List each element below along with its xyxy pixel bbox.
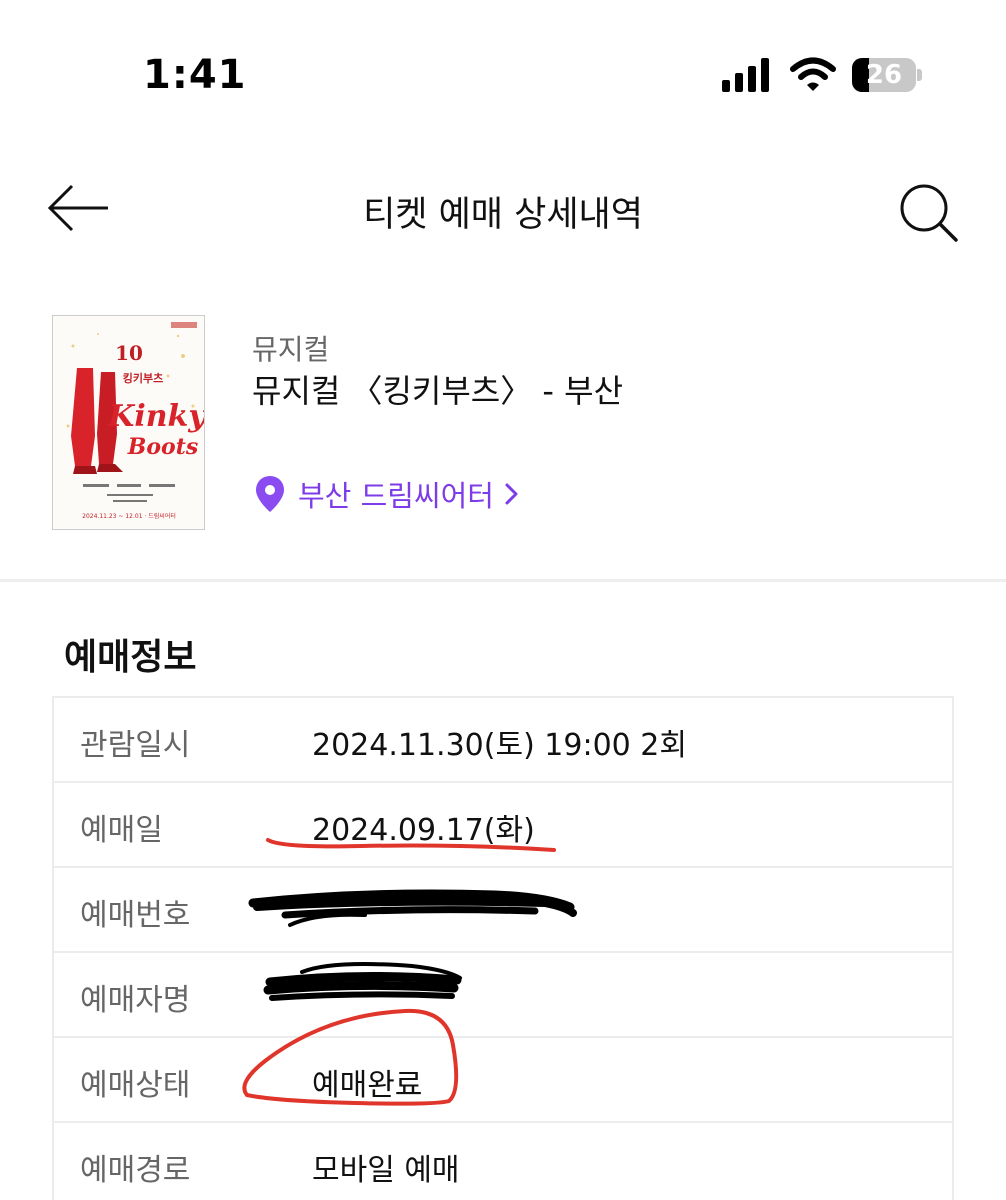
row-value: 모바일 예매 [312, 1153, 460, 1188]
row-booking-date: 예매일 2024.09.17(화) [54, 783, 952, 868]
redaction-scribble-booker-name [263, 962, 462, 1001]
cellular-signal-icon [722, 58, 769, 92]
row-label: 예매일 [80, 813, 163, 848]
row-booking-channel: 예매경로 모바일 예매 [54, 1123, 952, 1200]
poster-dates: 2024.11.23 ~ 12.01 · 드림씨어터 [82, 512, 176, 520]
search-icon [900, 184, 958, 242]
status-bar: 1:41 26 [0, 0, 1006, 150]
row-value: 예매완료 [312, 1068, 423, 1103]
search-button[interactable] [892, 176, 964, 248]
row-label: 예매번호 [80, 898, 191, 933]
nav-bar: 티켓 예매 상세내역 [0, 160, 1006, 260]
poster-logo-line2: Boots [127, 434, 199, 460]
venue-name: 부산 드림씨어터 [298, 479, 494, 513]
row-booker-name: 예매자명 [54, 953, 952, 1038]
show-title: 뮤지컬 〈킹키부츠〉 - 부산 [252, 372, 624, 410]
row-label: 예매자명 [80, 983, 191, 1018]
location-pin-icon [256, 476, 284, 512]
row-label: 예매경로 [80, 1153, 191, 1188]
status-time: 1:41 [143, 52, 247, 98]
show-info: 10 킹키부츠 Kinky Boots 2024.11.23 ~ 12.01 ·… [0, 300, 1006, 580]
redaction-scribble-booking-number [248, 889, 577, 927]
poster-korean-title: 킹키부츠 [123, 371, 163, 385]
show-poster[interactable]: 10 킹키부츠 Kinky Boots 2024.11.23 ~ 12.01 ·… [52, 315, 205, 530]
wifi-icon [790, 57, 836, 91]
row-label: 예매상태 [80, 1068, 191, 1103]
poster-image: 10 킹키부츠 Kinky Boots 2024.11.23 ~ 12.01 ·… [53, 316, 205, 529]
poster-number: 10 [115, 341, 143, 365]
venue-link[interactable]: 부산 드림씨어터 [254, 472, 520, 516]
row-value: 2024.11.30(토) 19:00 2회 [312, 728, 687, 763]
row-label: 관람일시 [80, 728, 191, 763]
poster-logo-line1: Kinky [107, 399, 205, 434]
booking-info-table: 관람일시 2024.11.30(토) 19:00 2회 예매일 2024.09.… [52, 696, 954, 1200]
booking-section-title: 예매정보 [64, 637, 197, 678]
row-viewing-datetime: 관람일시 2024.11.30(토) 19:00 2회 [54, 698, 952, 783]
show-genre: 뮤지컬 [252, 333, 330, 366]
battery-level: 26 [865, 60, 903, 90]
row-value: 2024.09.17(화) [312, 813, 535, 848]
chevron-right-icon [505, 483, 518, 505]
battery-icon: 26 [852, 58, 922, 92]
page-title: 티켓 예매 상세내역 [363, 195, 643, 235]
section-divider [0, 579, 1006, 582]
row-booking-status: 예매상태 예매완료 [54, 1038, 952, 1123]
